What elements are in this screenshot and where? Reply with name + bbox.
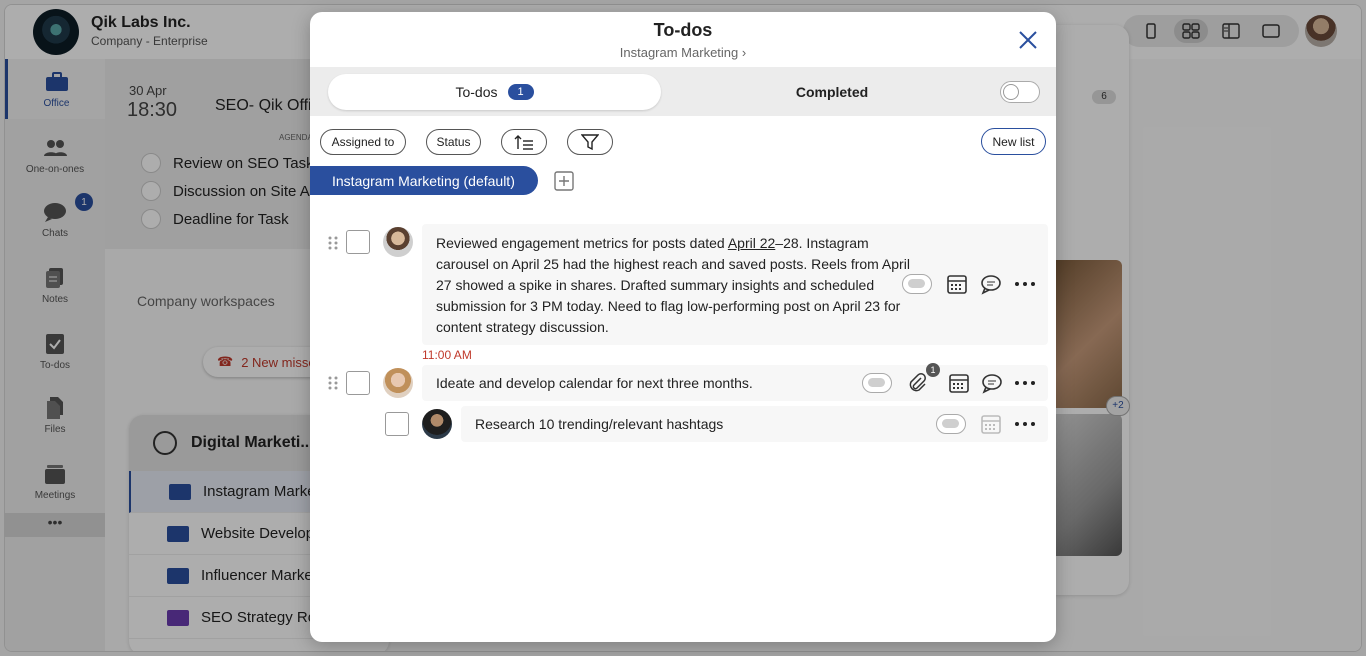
modal-subtitle: Instagram Marketing (619, 45, 739, 60)
todos-modal: To-dos Instagram Marketing › To-dos 1 Com… (310, 12, 1056, 642)
tab-todos[interactable]: To-dos 1 (328, 74, 661, 110)
subtask-text[interactable]: Research 10 trending/relevant hashtags (475, 414, 723, 435)
task-text[interactable]: Reviewed engagement metrics for posts da… (436, 233, 910, 338)
filter-button[interactable] (567, 129, 613, 155)
attachment-count-badge: 1 (926, 363, 940, 377)
new-list-button[interactable]: New list (981, 128, 1046, 155)
more-options-icon[interactable] (1014, 273, 1036, 295)
task-due-time: 11:00 AM (422, 348, 472, 362)
drag-handle-icon[interactable] (328, 236, 338, 250)
task-text[interactable]: Ideate and develop calendar for next thr… (436, 373, 753, 394)
tab-todos-label: To-dos (455, 84, 498, 100)
task-date-link[interactable]: April 22 (728, 235, 775, 251)
add-list-icon[interactable] (554, 171, 574, 191)
attachment-icon[interactable] (906, 372, 928, 394)
status-filter[interactable]: Status (426, 129, 481, 155)
sort-icon (514, 135, 533, 150)
task-checkbox[interactable] (346, 371, 370, 395)
list-chip-default[interactable]: Instagram Marketing (default) (310, 166, 538, 195)
subtask-checkbox[interactable] (385, 412, 409, 436)
comment-icon[interactable] (980, 273, 1002, 295)
more-options-icon[interactable] (1014, 372, 1036, 394)
close-icon[interactable] (1016, 28, 1040, 52)
status-pill-icon[interactable] (862, 373, 892, 393)
chevron-right-icon: › (741, 45, 747, 60)
task-checkbox[interactable] (346, 230, 370, 254)
funnel-icon (581, 134, 599, 151)
assigned-to-filter[interactable]: Assigned to (320, 129, 406, 155)
status-pill-icon[interactable] (936, 414, 966, 434)
assignee-avatar[interactable] (383, 227, 413, 257)
sort-button[interactable] (501, 129, 547, 155)
tabs-bar: To-dos 1 Completed (310, 67, 1056, 116)
assignee-avatar[interactable] (422, 409, 452, 439)
status-pill-icon[interactable] (902, 274, 932, 294)
calendar-icon[interactable] (948, 372, 970, 394)
modal-title: To-dos (653, 20, 713, 40)
calendar-icon[interactable] (946, 273, 968, 295)
completed-toggle[interactable] (1000, 81, 1040, 103)
drag-handle-icon[interactable] (328, 376, 338, 390)
todos-count-badge: 1 (507, 84, 534, 100)
modal-breadcrumb[interactable]: Instagram Marketing › (310, 45, 1056, 60)
assignee-avatar[interactable] (383, 368, 413, 398)
toggle-knob (1003, 84, 1019, 100)
calendar-icon[interactable] (980, 413, 1002, 435)
tab-completed[interactable]: Completed (672, 74, 992, 110)
more-options-icon[interactable] (1014, 413, 1036, 435)
comment-icon[interactable] (981, 372, 1003, 394)
task-text-part: Reviewed engagement metrics for posts da… (436, 235, 728, 251)
